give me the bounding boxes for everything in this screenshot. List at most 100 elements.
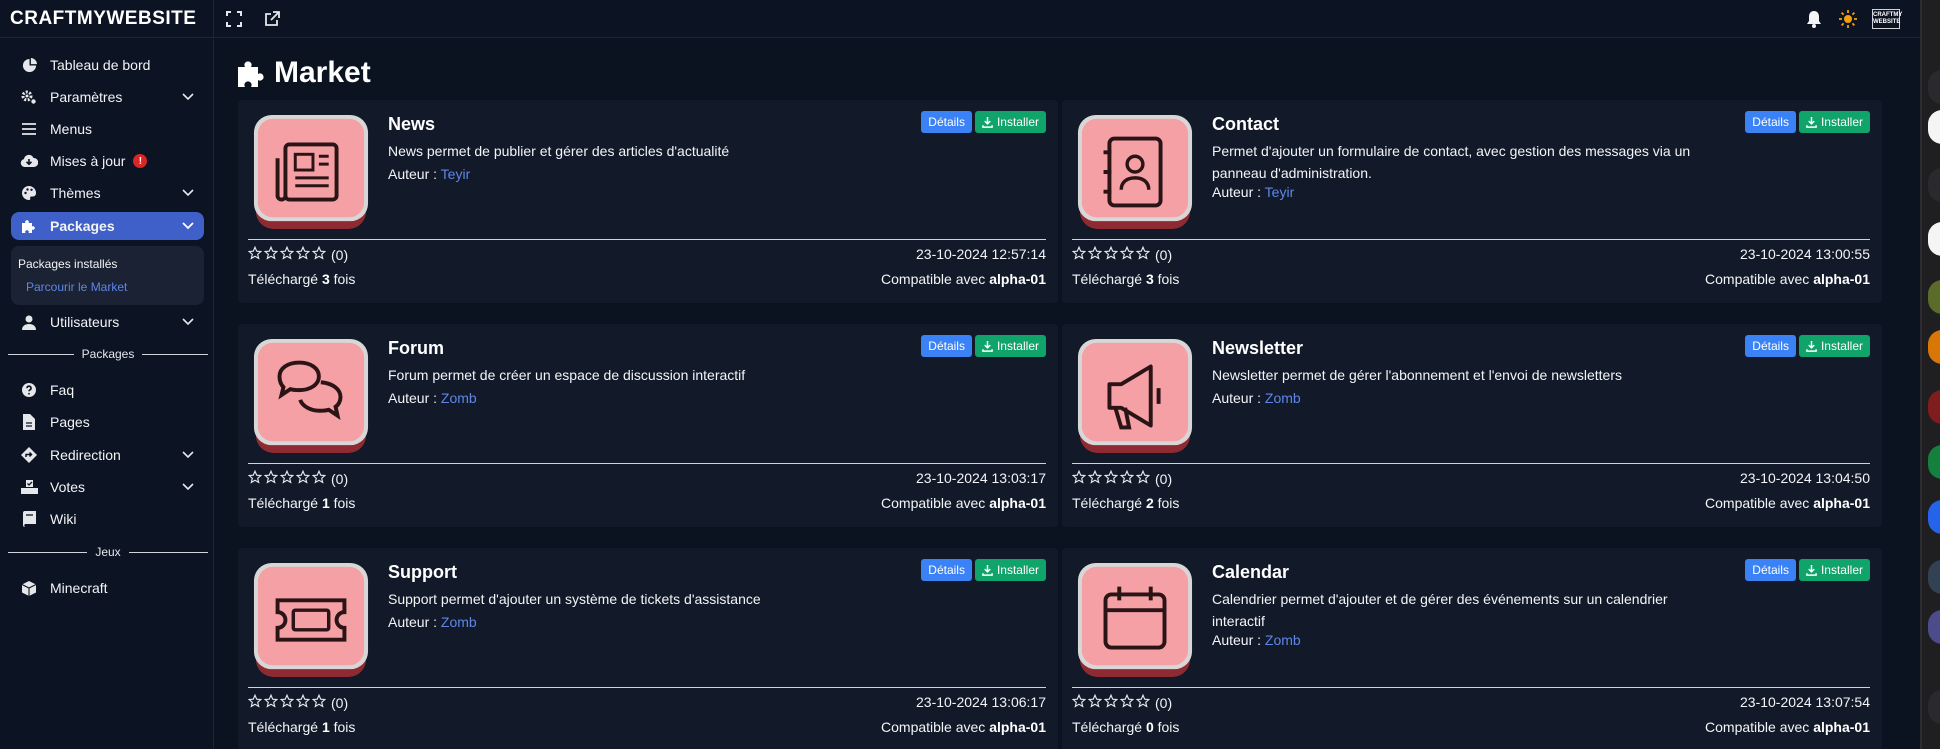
star-icon[interactable] (1087, 245, 1103, 263)
sidebar-item-label: Packages (50, 218, 115, 234)
compatibility: Compatible avec alpha-01 (881, 271, 1046, 287)
install-button[interactable]: Installer (1798, 335, 1870, 357)
chevron-down-icon (182, 316, 194, 328)
author-link[interactable]: Teyir (441, 166, 471, 182)
section-divider-games: Jeux (8, 545, 209, 559)
star-icon[interactable] (311, 469, 327, 487)
compatibility: Compatible avec alpha-01 (881, 495, 1046, 511)
star-icon[interactable] (279, 245, 295, 263)
star-icon[interactable] (1135, 469, 1151, 487)
star-icon[interactable] (279, 469, 295, 487)
star-icon[interactable] (311, 693, 327, 711)
package-card: Contact Permet d'ajouter un formulaire d… (1062, 100, 1882, 303)
star-icon[interactable] (1087, 693, 1103, 711)
star-icon[interactable] (295, 469, 311, 487)
details-button[interactable]: Détails (921, 559, 972, 581)
external-link-icon[interactable] (262, 9, 282, 29)
star-icon[interactable] (247, 469, 263, 487)
star-icon[interactable] (247, 693, 263, 711)
bell-icon[interactable] (1804, 9, 1824, 29)
star-icon[interactable] (295, 245, 311, 263)
package-card: Newsletter Newsletter permet de gérer l'… (1062, 324, 1882, 527)
star-icon[interactable] (1087, 469, 1103, 487)
star-icon[interactable] (1103, 693, 1119, 711)
sidebar-item-updates[interactable]: Mises à jour ! (11, 147, 204, 175)
install-button[interactable]: Installer (1798, 111, 1870, 133)
submenu-browse-market[interactable]: Parcourir le Market (26, 280, 127, 294)
author-link[interactable]: Teyir (1265, 184, 1295, 200)
star-icon[interactable] (263, 245, 279, 263)
avatar[interactable]: CRAFTMY WEBSITE (1872, 8, 1902, 29)
package-date: 23-10-2024 13:06:17 (916, 694, 1046, 710)
star-icon[interactable] (1119, 693, 1135, 711)
download-count: Téléchargé 1 fois (248, 495, 356, 511)
sidebar-item-settings[interactable]: Paramètres (11, 83, 204, 111)
sidebar-item-dashboard[interactable]: Tableau de bord (11, 51, 204, 79)
star-icon[interactable] (1135, 693, 1151, 711)
package-date: 23-10-2024 13:03:17 (916, 470, 1046, 486)
gears-icon (20, 88, 38, 106)
app-logo[interactable]: CRAFTMYWEBSITE (0, 0, 214, 38)
author-link[interactable]: Zomb (1265, 632, 1301, 648)
package-thumbnail (252, 112, 370, 232)
author-link[interactable]: Zomb (441, 390, 477, 406)
compatibility: Compatible avec alpha-01 (1705, 495, 1870, 511)
package-name: Newsletter (1212, 338, 1304, 358)
sun-icon[interactable] (1838, 9, 1858, 29)
star-icon[interactable] (1103, 245, 1119, 263)
author-link[interactable]: Zomb (1265, 390, 1301, 406)
star-icon[interactable] (1071, 693, 1087, 711)
compatibility: Compatible avec alpha-01 (1705, 719, 1870, 735)
star-icon[interactable] (1103, 469, 1119, 487)
package-author: Auteur : Zomb (1212, 390, 1301, 406)
card-divider (1072, 463, 1870, 464)
star-icon[interactable] (1135, 245, 1151, 263)
install-button[interactable]: Installer (1798, 559, 1870, 581)
cube-icon (20, 579, 38, 597)
sidebar: Tableau de bord Paramètres Menus Mises à… (0, 39, 214, 749)
sidebar-item-themes[interactable]: Thèmes (11, 179, 204, 207)
package-description: Newsletter permet de gérer l'abonnement … (1212, 367, 1623, 383)
sidebar-item-menus[interactable]: Menus (11, 115, 204, 143)
install-button[interactable]: Installer (974, 335, 1046, 357)
sidebar-item-wiki[interactable]: Wiki (11, 505, 204, 533)
sidebar-item-redirection[interactable]: Redirection (11, 441, 204, 469)
package-rating: (0) (247, 469, 348, 487)
star-icon[interactable] (295, 693, 311, 711)
fullscreen-icon[interactable] (224, 9, 244, 29)
sidebar-item-users[interactable]: Utilisateurs (11, 308, 204, 336)
sidebar-item-label: Thèmes (50, 185, 101, 201)
details-button[interactable]: Détails (1745, 335, 1796, 357)
chevron-down-icon (182, 91, 194, 103)
install-button[interactable]: Installer (974, 111, 1046, 133)
star-icon[interactable] (279, 693, 295, 711)
sidebar-item-label: Minecraft (50, 580, 108, 596)
details-button[interactable]: Détails (1745, 111, 1796, 133)
star-icon[interactable] (1119, 245, 1135, 263)
package-thumbnail (1076, 336, 1194, 456)
sidebar-item-packages[interactable]: Packages (11, 212, 204, 240)
sidebar-item-pages[interactable]: Pages (11, 408, 204, 436)
details-button[interactable]: Détails (921, 335, 972, 357)
package-author: Auteur : Zomb (388, 614, 477, 630)
submenu-installed-packages[interactable]: Packages installés (18, 257, 117, 271)
package-thumbnail (1076, 112, 1194, 232)
install-button[interactable]: Installer (974, 559, 1046, 581)
sidebar-item-faq[interactable]: Faq (11, 376, 204, 404)
star-icon[interactable] (311, 245, 327, 263)
author-link[interactable]: Zomb (441, 614, 477, 630)
sidebar-item-minecraft[interactable]: Minecraft (11, 574, 204, 602)
sidebar-item-votes[interactable]: Votes (11, 473, 204, 501)
details-button[interactable]: Détails (1745, 559, 1796, 581)
star-icon[interactable] (263, 469, 279, 487)
package-rating: (0) (1071, 245, 1172, 263)
details-button[interactable]: Détails (921, 111, 972, 133)
star-icon[interactable] (263, 693, 279, 711)
download-icon (1806, 564, 1817, 576)
star-icon[interactable] (1071, 245, 1087, 263)
star-icon[interactable] (1119, 469, 1135, 487)
star-icon[interactable] (1071, 469, 1087, 487)
package-description: Permet d'ajouter un formulaire de contac… (1212, 143, 1691, 181)
package-thumbnail (1076, 560, 1194, 680)
star-icon[interactable] (247, 245, 263, 263)
